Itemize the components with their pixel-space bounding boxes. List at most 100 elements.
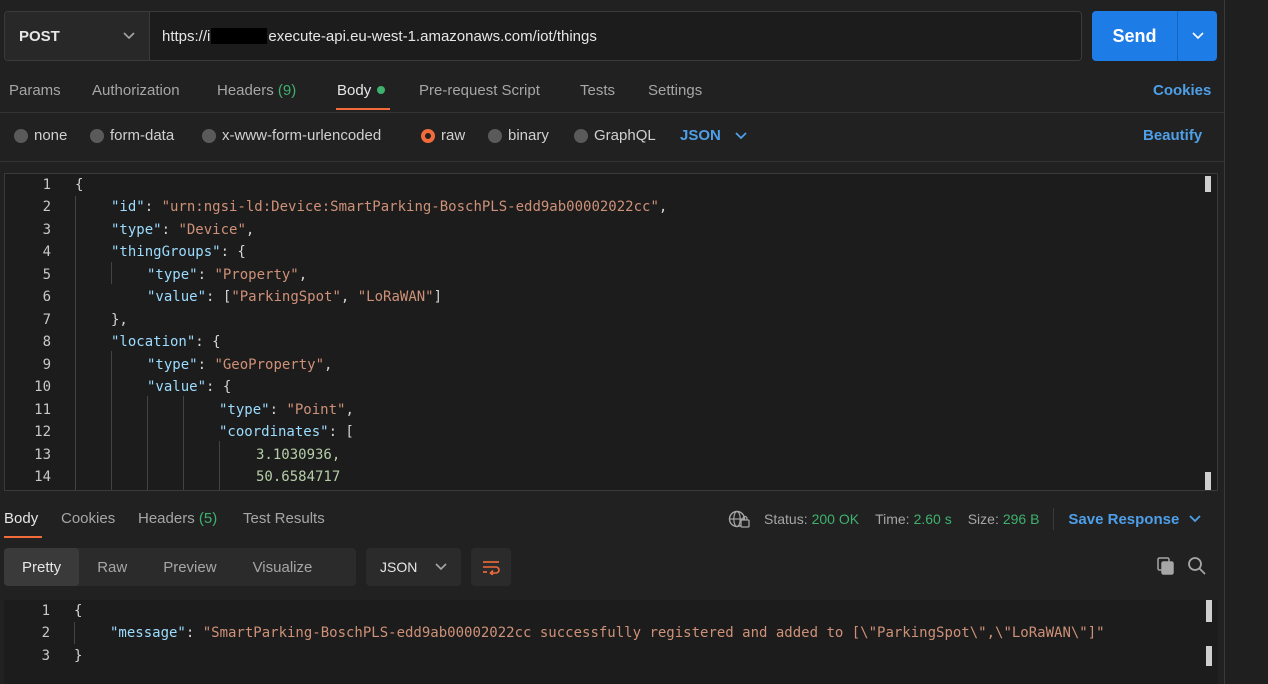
cookies-link[interactable]: Cookies bbox=[1153, 82, 1211, 99]
status-label: Status: bbox=[764, 511, 808, 527]
line-number: 2 bbox=[41, 625, 50, 641]
body-type-options: none form-data x-www-form-urlencoded raw… bbox=[0, 124, 1224, 150]
radio-circle bbox=[574, 128, 588, 143]
view-pretty[interactable]: Pretty bbox=[4, 548, 80, 586]
send-button[interactable]: Send bbox=[1092, 11, 1217, 61]
save-response-label: Save Response bbox=[1068, 510, 1180, 528]
copy-icon[interactable] bbox=[1156, 556, 1176, 576]
chevron-down-icon bbox=[735, 131, 747, 139]
json-key: "coordinates" bbox=[219, 424, 329, 440]
line-number: 1 bbox=[41, 603, 50, 619]
radio-circle bbox=[202, 128, 216, 143]
tab-tests[interactable]: Tests bbox=[580, 82, 615, 99]
line-number: 4 bbox=[42, 244, 51, 260]
json-key: "message" bbox=[110, 625, 186, 641]
code-line: 5 "type": "Property", bbox=[5, 264, 1205, 286]
code-line: 14 50.6584717 bbox=[5, 466, 1205, 488]
globe-lock-icon[interactable] bbox=[728, 509, 750, 529]
chevron-down-icon bbox=[1191, 32, 1204, 40]
response-tab-headers[interactable]: Headers (5) bbox=[138, 510, 217, 527]
radio-circle bbox=[90, 128, 104, 143]
json-key: "value" bbox=[147, 289, 207, 305]
code-line: 9 "type": "GeoProperty", bbox=[5, 354, 1205, 376]
active-tab-underline bbox=[4, 536, 42, 538]
line-number: 11 bbox=[34, 402, 51, 418]
line-number: 1 bbox=[42, 177, 51, 193]
response-format-select[interactable]: JSON bbox=[366, 548, 461, 586]
radio-circle bbox=[14, 128, 28, 143]
line-number: 3 bbox=[41, 648, 50, 664]
json-key: "type" bbox=[219, 402, 270, 418]
body-format-select[interactable]: JSON bbox=[680, 127, 747, 144]
headers-count: (9) bbox=[277, 82, 297, 99]
json-string: "Device" bbox=[178, 222, 246, 238]
line-number: 14 bbox=[34, 469, 51, 485]
tab-params[interactable]: Params bbox=[9, 82, 61, 99]
view-visualize[interactable]: Visualize bbox=[235, 548, 331, 586]
code-line: 6 "value": ["ParkingSpot", "LoRaWAN"] bbox=[5, 286, 1205, 308]
radio-binary[interactable]: binary bbox=[488, 127, 549, 144]
method-select[interactable]: POST bbox=[5, 12, 150, 60]
right-sidebar bbox=[1224, 0, 1268, 684]
radio-graphql[interactable]: GraphQL bbox=[574, 127, 656, 144]
json-string: "urn:ngsi-ld:Device:SmartParking-BoschPL… bbox=[161, 199, 659, 215]
json-key: "type" bbox=[147, 267, 198, 283]
wrap-lines-button[interactable] bbox=[471, 548, 511, 586]
tab-body-label: Body bbox=[337, 82, 372, 99]
response-tab-body[interactable]: Body bbox=[4, 510, 38, 527]
code-line: 2 "message": "SmartParking-BoschPLS-edd9a… bbox=[4, 622, 1204, 644]
scrollbar-thumb[interactable] bbox=[1205, 472, 1211, 490]
view-raw[interactable]: Raw bbox=[79, 548, 145, 586]
tab-prerequest-script[interactable]: Pre-request Script bbox=[419, 82, 540, 99]
radio-raw[interactable]: raw bbox=[421, 127, 465, 144]
response-format-label: JSON bbox=[380, 559, 418, 575]
json-key: "type" bbox=[111, 222, 162, 238]
size-label: Size: bbox=[967, 511, 999, 527]
radio-form-data[interactable]: form-data bbox=[90, 127, 174, 144]
method-label: POST bbox=[19, 27, 60, 45]
line-number: 13 bbox=[34, 447, 51, 463]
request-tabs: Params Authorization Headers (9) Body Pr… bbox=[0, 80, 1224, 112]
beautify-button[interactable]: Beautify bbox=[1143, 127, 1202, 144]
radio-binary-label: binary bbox=[508, 127, 549, 144]
request-body-editor[interactable]: 1{ 2 "id": "urn:ngsi-ld:Device:SmartParki… bbox=[4, 173, 1218, 491]
search-icon[interactable] bbox=[1187, 556, 1207, 576]
code-line: 13 3.1030936, bbox=[5, 444, 1205, 466]
json-key: "location" bbox=[111, 334, 196, 350]
code-line: 4 "thingGroups": { bbox=[5, 241, 1205, 263]
send-options-button[interactable] bbox=[1178, 11, 1217, 61]
scrollbar-thumb[interactable] bbox=[1206, 646, 1212, 666]
line-number: 9 bbox=[42, 357, 51, 373]
scrollbar-thumb[interactable] bbox=[1205, 176, 1211, 192]
code-line: 12 "coordinates": [ bbox=[5, 421, 1205, 443]
json-string: "Property" bbox=[214, 267, 299, 283]
save-response-button[interactable]: Save Response bbox=[1068, 511, 1201, 528]
divider bbox=[0, 161, 1224, 162]
url-input[interactable]: https://i execute-api.eu-west-1.amazonaw… bbox=[150, 12, 1081, 60]
tab-body[interactable]: Body bbox=[337, 82, 386, 99]
tab-authorization[interactable]: Authorization bbox=[92, 82, 180, 99]
response-tab-test-results[interactable]: Test Results bbox=[243, 510, 325, 527]
tab-settings[interactable]: Settings bbox=[648, 82, 702, 99]
radio-raw-label: raw bbox=[441, 127, 466, 144]
json-key: "value" bbox=[147, 379, 207, 395]
url-suffix: execute-api.eu-west-1.amazonaws.com/iot/… bbox=[268, 27, 597, 45]
line-number: 12 bbox=[34, 424, 51, 440]
response-headers-count: (5) bbox=[198, 510, 218, 527]
code-line: 1{ bbox=[5, 174, 1205, 196]
chevron-down-icon bbox=[123, 32, 135, 40]
scrollbar-thumb[interactable] bbox=[1206, 600, 1212, 622]
status-value: 200 OK bbox=[811, 511, 860, 527]
json-string: "LoRaWAN" bbox=[357, 289, 434, 305]
code-line: 3 "type": "Device", bbox=[5, 219, 1205, 241]
code-line: 11 "type": "Point", bbox=[5, 399, 1205, 421]
view-preview[interactable]: Preview bbox=[145, 548, 234, 586]
code-line: 8 "location": { bbox=[5, 331, 1205, 353]
response-body-viewer[interactable]: 1{ 2 "message": "SmartParking-BoschPLS-ed… bbox=[4, 600, 1218, 684]
radio-urlencoded[interactable]: x-www-form-urlencoded bbox=[202, 127, 381, 144]
response-tab-cookies[interactable]: Cookies bbox=[61, 510, 115, 527]
radio-none[interactable]: none bbox=[14, 127, 67, 144]
tab-headers[interactable]: Headers (9) bbox=[217, 82, 296, 99]
chevron-down-icon bbox=[435, 563, 447, 571]
redaction-bar bbox=[211, 28, 268, 44]
